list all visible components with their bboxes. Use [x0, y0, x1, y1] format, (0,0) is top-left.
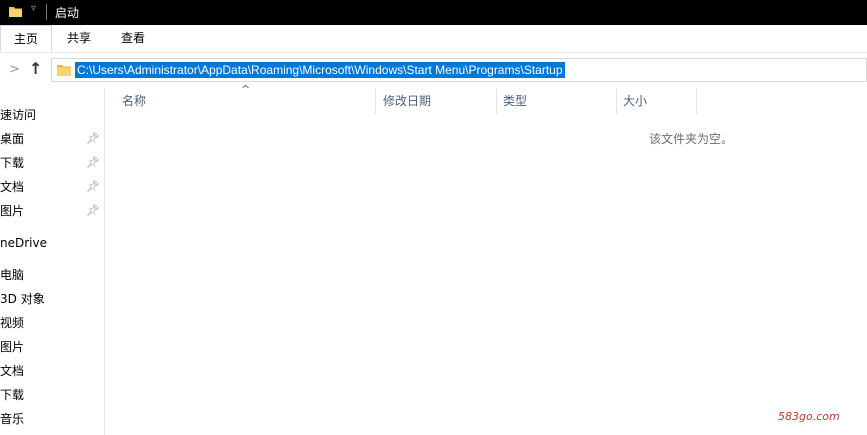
- tab-home[interactable]: 主页: [0, 25, 52, 51]
- address-bar[interactable]: C:\Users\Administrator\AppData\Roaming\M…: [51, 58, 867, 82]
- column-divider[interactable]: [616, 88, 617, 114]
- nav-item-quick-access[interactable]: 速访问: [0, 104, 36, 126]
- ribbon-tab-bar: 主页 共享 查看: [0, 25, 867, 53]
- tab-view[interactable]: 查看: [121, 25, 145, 51]
- column-header-size[interactable]: 大小: [623, 88, 647, 114]
- column-divider[interactable]: [696, 88, 697, 114]
- nav-item-pc-downloads[interactable]: 下载: [0, 384, 24, 406]
- sort-caret-icon: ^: [241, 83, 251, 96]
- nav-item-desktop[interactable]: 桌面: [0, 128, 24, 150]
- window-title: 启动: [55, 6, 80, 20]
- tab-share[interactable]: 共享: [67, 25, 91, 51]
- column-divider[interactable]: [375, 88, 376, 114]
- up-arrow-icon[interactable]: ↑: [29, 59, 42, 78]
- nav-item-3d-objects[interactable]: 3D 对象: [0, 288, 45, 310]
- empty-folder-message: 该文件夹为空。: [649, 132, 734, 146]
- nav-item-this-pc[interactable]: 电脑: [0, 264, 24, 286]
- pin-icon[interactable]: 📌︎: [86, 181, 100, 193]
- nav-item-pc-pictures[interactable]: 图片: [0, 336, 24, 358]
- nav-item-documents[interactable]: 文档: [0, 176, 24, 198]
- address-path-text[interactable]: C:\Users\Administrator\AppData\Roaming\M…: [75, 62, 565, 78]
- address-row: > ↑ C:\Users\Administrator\AppData\Roami…: [0, 53, 867, 87]
- forward-chevron-icon[interactable]: >: [9, 62, 20, 77]
- pin-icon[interactable]: 📌︎: [86, 205, 100, 217]
- column-header-type[interactable]: 类型: [503, 88, 527, 114]
- title-separator: [46, 4, 47, 20]
- quick-access-toolbar-dropdown-icon[interactable]: ▿: [31, 3, 36, 14]
- pin-icon[interactable]: 📌︎: [86, 157, 100, 169]
- column-header-name[interactable]: 名称: [122, 88, 146, 114]
- nav-item-downloads[interactable]: 下载: [0, 152, 24, 174]
- folder-icon[interactable]: [9, 5, 22, 18]
- pin-icon[interactable]: 📌︎: [86, 133, 100, 145]
- nav-item-pictures[interactable]: 图片: [0, 200, 24, 222]
- column-header-date-modified[interactable]: 修改日期: [383, 88, 431, 114]
- column-divider[interactable]: [496, 88, 497, 114]
- folder-icon: [57, 65, 71, 76]
- nav-item-pc-documents[interactable]: 文档: [0, 360, 24, 382]
- nav-item-music[interactable]: 音乐: [0, 408, 24, 430]
- title-bar: ▿ 启动: [0, 0, 867, 25]
- nav-item-onedrive[interactable]: neDrive: [0, 232, 47, 254]
- watermark-text: 583go.com: [778, 410, 840, 423]
- navigation-pane: 速访问 桌面 📌︎ 下载 📌︎ 文档 📌︎ 图片 📌︎ neDrive 电脑 3…: [0, 88, 105, 435]
- nav-item-videos[interactable]: 视频: [0, 312, 24, 334]
